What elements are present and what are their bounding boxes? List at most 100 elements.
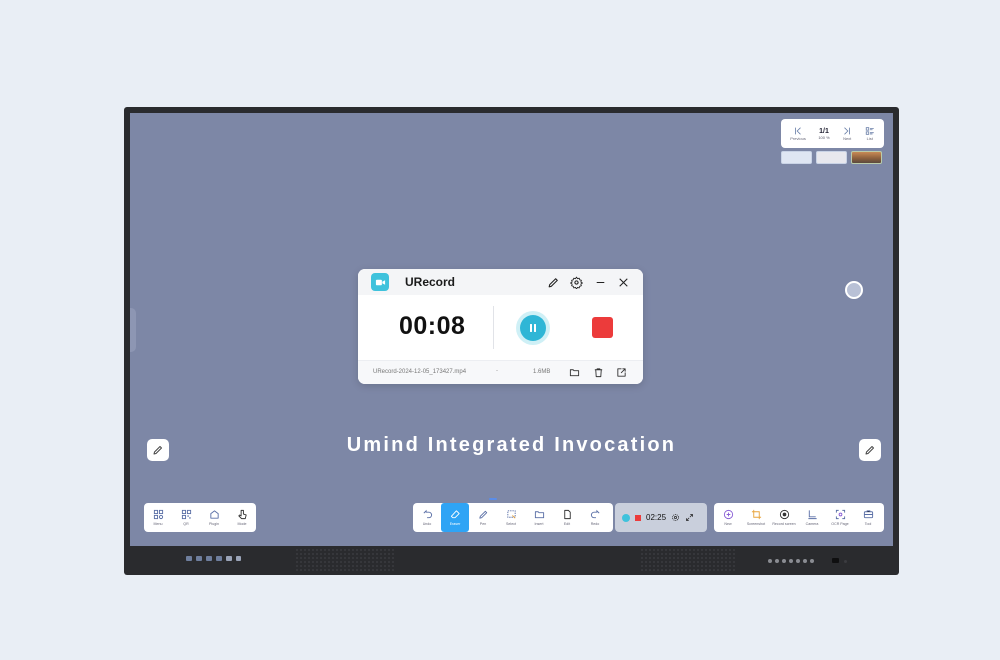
page-thumbnail[interactable] (851, 151, 882, 164)
undo-button[interactable]: Undo (413, 503, 441, 532)
trash-icon (594, 368, 603, 378)
speaker-grille-left (295, 548, 395, 572)
video-camera-icon (375, 279, 385, 285)
front-buttons (768, 559, 814, 563)
tool-label: Plugin (209, 522, 219, 526)
tool-label: Insert (534, 522, 544, 526)
ir-sensor (832, 558, 839, 563)
select-button[interactable]: Select (497, 503, 525, 532)
screenshot-button[interactable]: Screenshot (742, 503, 770, 532)
crop-icon (751, 509, 761, 520)
tool-label: Undo (422, 522, 432, 526)
next-label: Next (843, 136, 852, 141)
right-toolbar: New Screenshot Record screen Camera OCR … (714, 503, 884, 532)
usb-port (186, 556, 192, 561)
front-ports (186, 556, 241, 561)
dialog-footer: URecord-2024-12-05_173427.mp4 - 1.6MB (358, 360, 643, 384)
typec-port (236, 556, 241, 561)
front-button[interactable] (810, 559, 814, 563)
page-thumbnail[interactable] (816, 151, 847, 164)
page-thumbnail[interactable] (781, 151, 812, 164)
expand-button[interactable] (685, 513, 694, 522)
edit-button[interactable]: Edit (553, 503, 581, 532)
undo-icon (423, 509, 432, 519)
front-button[interactable] (796, 559, 800, 563)
record-screen-button[interactable]: Record screen (770, 503, 798, 532)
front-button[interactable] (789, 559, 793, 563)
record-icon (779, 509, 789, 520)
recording-timer: 00:08 (399, 312, 466, 340)
menu-icon (153, 509, 163, 520)
pencil-icon (548, 277, 558, 287)
pause-button[interactable] (516, 311, 550, 345)
folder-icon (569, 369, 580, 377)
tool-label: Pen (479, 522, 487, 526)
ocr-icon (835, 509, 845, 520)
file-size: 1.6MB (533, 369, 551, 375)
left-toolbar: Menu QR Plugin Mode (144, 503, 256, 532)
stop-button[interactable] (592, 317, 613, 338)
insert-button[interactable]: Insert (525, 503, 553, 532)
tool-label: Menu (153, 522, 163, 526)
mini-stop-button[interactable] (635, 514, 641, 521)
next-page-icon (844, 127, 851, 135)
front-button[interactable] (775, 559, 779, 563)
settings-button[interactable] (568, 274, 584, 290)
tool-label: Edit (563, 522, 571, 526)
usb-port (216, 556, 222, 561)
minimize-button[interactable] (592, 274, 608, 290)
toolbox-icon (863, 510, 873, 519)
page-thumbnails (781, 151, 882, 164)
floating-assistant-button[interactable] (845, 281, 863, 299)
qr-icon (181, 509, 191, 520)
redo-button[interactable]: Redo (581, 503, 609, 532)
mode-button[interactable]: Mode (228, 503, 256, 532)
tool-label: QR (183, 522, 189, 526)
side-panel-handle[interactable] (130, 308, 136, 352)
folder-icon (534, 511, 544, 519)
page-navigator: Previous 1/1 100 % Next List (781, 119, 884, 148)
urecord-dialog: URecord 00:08 URecord-2024-12-05_173427.… (358, 269, 643, 384)
front-button[interactable] (803, 559, 807, 563)
new-button[interactable]: New (714, 503, 742, 532)
list-icon (865, 127, 874, 135)
eraser-button[interactable]: Eraser (441, 503, 469, 532)
camera-button[interactable]: Camera (798, 503, 826, 532)
select-icon (506, 510, 516, 519)
gear-icon (672, 514, 679, 521)
tool-button[interactable]: Tool (854, 503, 882, 532)
tool-label: Record screen (772, 522, 796, 526)
edit-button[interactable] (545, 274, 561, 290)
close-button[interactable] (615, 274, 631, 290)
caption-text: Umind Integrated Invocation (346, 434, 677, 456)
share-button[interactable] (615, 366, 628, 379)
qr-button[interactable]: QR (172, 503, 200, 532)
footer-separator: - (496, 368, 498, 374)
ocr-page-button[interactable]: OCR Page (826, 503, 854, 532)
previous-page-button[interactable]: Previous (790, 126, 806, 141)
toolbar-drag-handle[interactable] (489, 498, 497, 500)
plugin-button[interactable]: Plugin (200, 503, 228, 532)
tool-label: Mode (237, 522, 247, 526)
eraser-icon (450, 510, 460, 519)
divider (493, 306, 494, 349)
close-icon (618, 277, 628, 287)
pen-button[interactable]: Pen (469, 503, 497, 532)
menu-button[interactable]: Menu (144, 503, 172, 532)
mini-recorder-bar: 02:25 (615, 503, 707, 532)
next-page-button[interactable]: Next (842, 126, 852, 141)
page-count: 1/1 (819, 127, 829, 135)
delete-button[interactable] (592, 366, 605, 379)
page-list-button[interactable]: List (865, 126, 875, 141)
light-sensor (844, 560, 847, 563)
open-folder-button[interactable] (568, 366, 581, 379)
tool-label: Screenshot (746, 522, 766, 526)
front-button[interactable] (782, 559, 786, 563)
mini-settings-button[interactable] (671, 513, 680, 522)
front-button[interactable] (768, 559, 772, 563)
tool-label: OCR Page (831, 522, 849, 526)
pause-button-inner (520, 315, 546, 341)
tool-label: New (724, 522, 732, 526)
tool-label: Camera (805, 522, 819, 526)
app-icon (371, 273, 389, 291)
